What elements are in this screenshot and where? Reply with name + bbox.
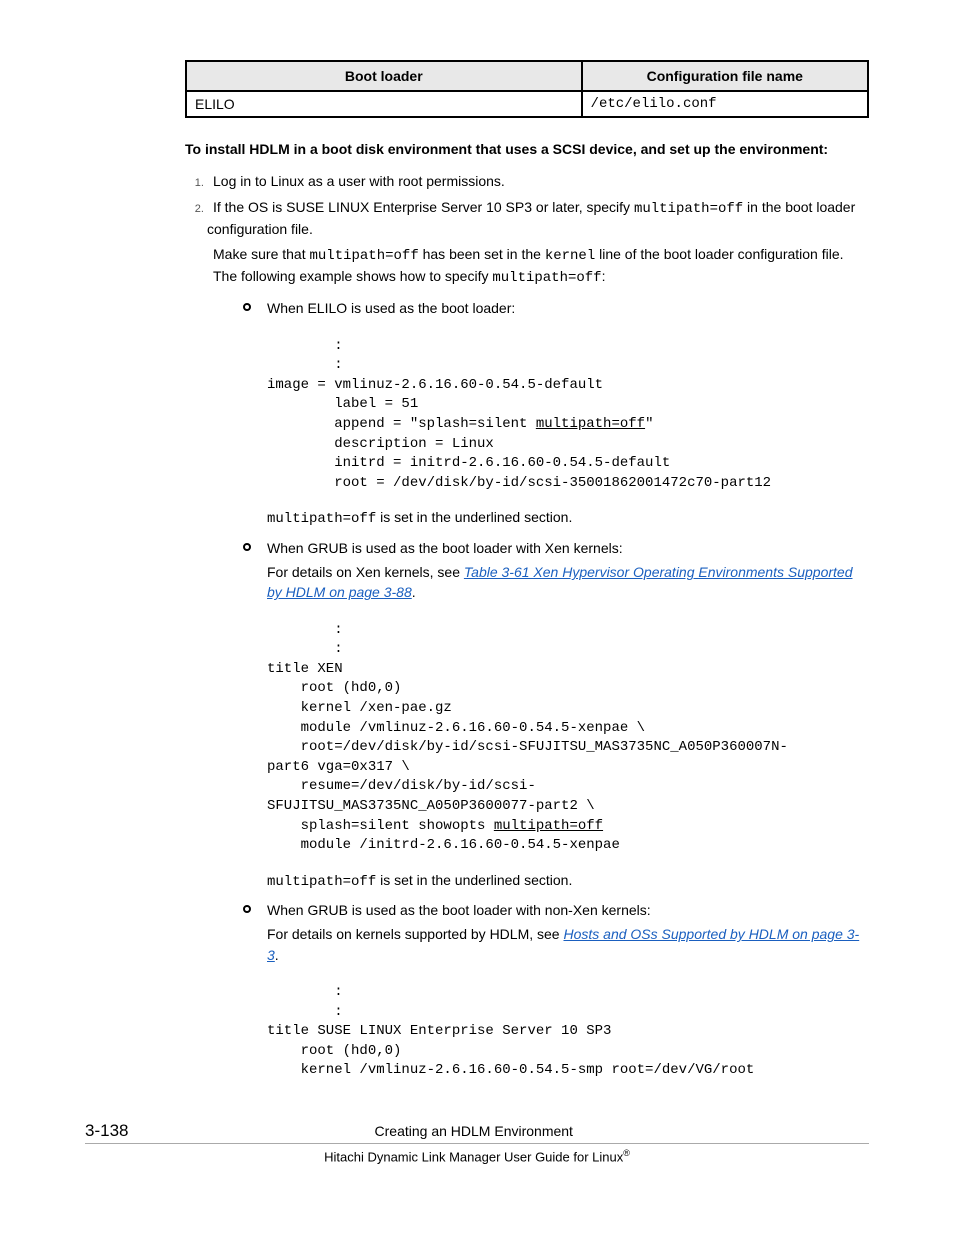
elilo-explain: multipath=off is set in the underlined s… (267, 507, 869, 529)
step-1: Log in to Linux as a user with root perm… (207, 171, 869, 191)
page-footer: 3-138 Creating an HDLM Environment Hitac… (85, 1121, 869, 1164)
step-2: If the OS is SUSE LINUX Enterprise Serve… (207, 197, 869, 1081)
step-2-text: If the OS is SUSE LINUX Enterprise Serve… (207, 199, 855, 237)
bootloader-table: Boot loader Configuration file name ELIL… (185, 60, 869, 118)
grub-xen-explain: multipath=off is set in the underlined s… (267, 870, 869, 892)
procedure-heading: To install HDLM in a boot disk environme… (185, 140, 869, 159)
procedure-list: Log in to Linux as a user with root perm… (185, 171, 869, 1081)
th-bootloader: Boot loader (186, 61, 582, 91)
footer-section-title: Creating an HDLM Environment (128, 1123, 819, 1139)
footer-rule (85, 1143, 869, 1144)
case-elilo: When ELILO is used as the boot loader: :… (243, 298, 869, 529)
td-bootloader: ELILO (186, 91, 582, 117)
td-filename: /etc/elilo.conf (582, 91, 868, 117)
grub-nonxen-code: : : title SUSE LINUX Enterprise Server 1… (267, 983, 869, 1081)
case-elilo-title: When ELILO is used as the boot loader: (267, 298, 869, 318)
page-number: 3-138 (85, 1121, 128, 1141)
case-grub-nonxen-title: When GRUB is used as the boot loader wit… (267, 900, 869, 920)
bootloader-cases: When ELILO is used as the boot loader: :… (207, 298, 869, 1081)
step-2-note: Make sure that multipath=off has been se… (213, 244, 869, 289)
step-1-text: Log in to Linux as a user with root perm… (213, 173, 505, 189)
table-row: ELILO /etc/elilo.conf (186, 91, 868, 117)
case-grub-nonxen: When GRUB is used as the boot loader wit… (243, 900, 869, 1081)
th-filename: Configuration file name (582, 61, 868, 91)
grub-xen-code: : : title XEN root (hd0,0) kernel /xen-p… (267, 621, 869, 856)
case-grub-nonxen-desc: For details on kernels supported by HDLM… (267, 924, 869, 965)
case-grub-xen: When GRUB is used as the boot loader wit… (243, 538, 869, 892)
case-grub-xen-title: When GRUB is used as the boot loader wit… (267, 538, 869, 558)
footer-book-title: Hitachi Dynamic Link Manager User Guide … (85, 1148, 869, 1164)
case-grub-xen-desc: For details on Xen kernels, see Table 3-… (267, 562, 869, 603)
elilo-code: : : image = vmlinuz-2.6.16.60-0.54.5-def… (267, 337, 869, 494)
